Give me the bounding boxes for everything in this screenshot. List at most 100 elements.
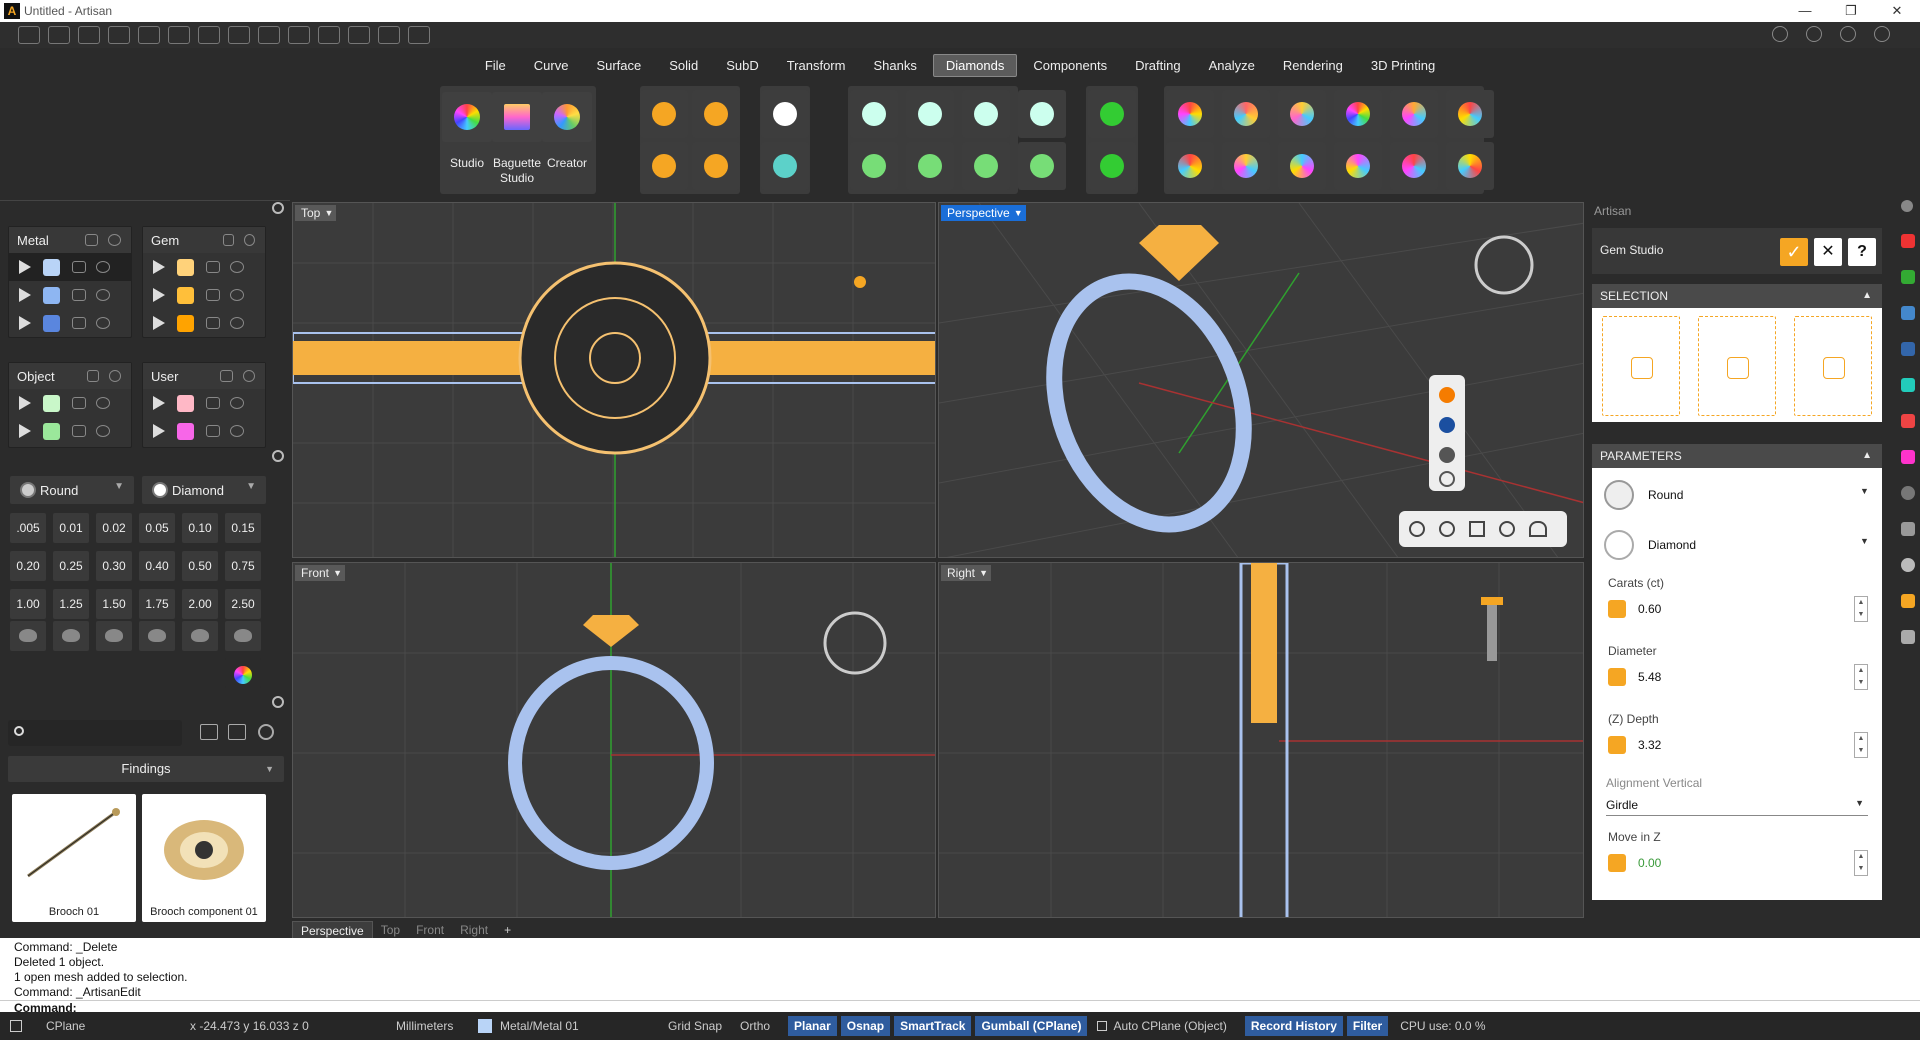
top-viewport[interactable]: Top ▼ (292, 202, 936, 558)
tab-analyze[interactable]: Analyze (1197, 55, 1267, 76)
gem-layer-header[interactable]: Gem (143, 227, 265, 253)
gem-shape-select[interactable]: Round ▼ (10, 476, 134, 504)
status-toggle-icon[interactable] (10, 1020, 22, 1032)
gumball-toggle[interactable]: Gumball (CPlane) (975, 1016, 1088, 1036)
export-icon[interactable] (258, 26, 280, 44)
help-icon[interactable] (1840, 26, 1856, 42)
gem-material-select[interactable]: Diamond ▼ (142, 476, 266, 504)
history-icon[interactable] (1901, 486, 1915, 500)
prong-setting-button[interactable] (850, 90, 898, 138)
play-icon[interactable] (153, 288, 165, 302)
cplane-label[interactable]: CPlane (46, 1019, 172, 1033)
template-icon[interactable] (48, 26, 70, 44)
open-icon[interactable] (78, 26, 100, 44)
gear-icon[interactable] (272, 202, 284, 214)
diameter-stepper[interactable]: ▲ ▼ (1854, 664, 1868, 690)
snapshot-icon[interactable] (1901, 522, 1915, 536)
render-icon[interactable] (1901, 414, 1915, 428)
edit-icon[interactable] (378, 26, 400, 44)
top-viewport-label[interactable]: Top ▼ (295, 205, 337, 221)
zoom-extents-icon[interactable] (1469, 521, 1485, 537)
lock-icon[interactable] (206, 261, 220, 273)
diamond-gem-button[interactable] (761, 90, 809, 138)
tab-surface[interactable]: Surface (584, 55, 653, 76)
eye-icon[interactable] (107, 234, 121, 246)
selection-section-header[interactable]: SELECTION ▲ (1592, 284, 1882, 308)
tab-curve[interactable]: Curve (522, 55, 581, 76)
options-icon[interactable] (1874, 26, 1890, 42)
grid-snap-toggle[interactable]: Grid Snap (668, 1019, 722, 1033)
cut-type-button[interactable] (10, 621, 46, 651)
chevron-down-icon[interactable]: ▼ (1860, 536, 1869, 546)
auto-cplane-toggle[interactable]: Auto CPlane (Object) (1113, 1019, 1226, 1033)
gem-row-2[interactable] (143, 281, 265, 309)
color-swatch[interactable] (177, 394, 194, 412)
carat-button[interactable]: 1.75 (139, 589, 175, 619)
transform-icon[interactable] (348, 26, 370, 44)
smarttrack-toggle[interactable]: SmartTrack (894, 1016, 972, 1036)
metal-row-3[interactable] (9, 309, 131, 337)
lock-icon[interactable] (72, 261, 86, 273)
eye-icon[interactable] (108, 370, 121, 382)
materials-icon[interactable] (1901, 342, 1915, 356)
eye-icon[interactable] (230, 261, 244, 273)
gem-label-button[interactable] (1222, 90, 1270, 138)
rendered-mode-icon[interactable] (1439, 387, 1455, 403)
cluster-setting-button[interactable] (962, 90, 1010, 138)
carat-button[interactable]: 0.30 (96, 551, 132, 581)
gem-path-button[interactable] (1278, 142, 1326, 190)
gear-icon[interactable] (272, 696, 284, 708)
carat-button[interactable]: 0.20 (10, 551, 46, 581)
color-swatch[interactable] (177, 258, 194, 276)
eye-icon[interactable] (96, 397, 110, 409)
lock-icon[interactable] (223, 234, 235, 246)
panel-grip[interactable] (0, 200, 290, 206)
color-swatch[interactable] (43, 314, 60, 332)
settings-icon[interactable] (408, 26, 430, 44)
line-array-button[interactable] (692, 90, 740, 138)
cut-type-button[interactable] (53, 621, 89, 651)
object-layer-header[interactable]: Object (9, 363, 131, 389)
color-swatch[interactable] (177, 286, 194, 304)
bezel-setting-button[interactable] (906, 90, 954, 138)
halo-setting-button[interactable] (906, 142, 954, 190)
lock-icon[interactable] (72, 425, 86, 437)
gem-report-button[interactable] (1166, 90, 1214, 138)
object-row-2[interactable] (9, 417, 131, 445)
wireframe-mode-icon[interactable] (1439, 471, 1455, 487)
library-search-input[interactable] (8, 720, 182, 746)
library-category-select[interactable]: Findings ▼ (8, 756, 284, 782)
eye-icon[interactable] (230, 425, 244, 437)
pave-setting-button[interactable] (1018, 90, 1066, 138)
notes-icon[interactable] (1901, 630, 1915, 644)
filter-toggle[interactable]: Filter (1346, 1016, 1389, 1036)
redo-icon[interactable] (168, 26, 190, 44)
help-button[interactable]: ? (1848, 238, 1876, 266)
lock-icon[interactable] (206, 289, 220, 301)
import-icon[interactable] (108, 26, 130, 44)
depth-stepper[interactable]: ▲ ▼ (1854, 732, 1868, 758)
front-viewport-label[interactable]: Front ▼ (295, 565, 346, 581)
color-swatch[interactable] (43, 422, 60, 440)
tab-solid[interactable]: Solid (657, 55, 710, 76)
gem-move-button[interactable] (1390, 90, 1438, 138)
select-add-button[interactable] (1602, 316, 1680, 416)
creator-button[interactable] (542, 92, 592, 142)
lock-icon[interactable] (206, 425, 220, 437)
record-history-toggle[interactable]: Record History (1244, 1016, 1343, 1036)
tab-subd[interactable]: SubD (714, 55, 771, 76)
gem-mix-button[interactable] (1390, 142, 1438, 190)
gem-row-1[interactable] (143, 253, 265, 281)
front-viewport[interactable]: Front ▼ (292, 562, 936, 918)
tab-shanks[interactable]: Shanks (861, 55, 928, 76)
perspective-viewport[interactable]: Perspective ▼ (938, 202, 1584, 558)
layer-icon[interactable] (1901, 234, 1915, 248)
zoom-selected-icon[interactable] (1499, 521, 1515, 537)
draw-icon[interactable] (288, 26, 310, 44)
cut-type-button[interactable] (139, 621, 175, 651)
metal-row-1[interactable] (9, 253, 131, 281)
environment-icon[interactable] (1901, 378, 1915, 392)
carats-stepper[interactable]: ▲ ▼ (1854, 596, 1868, 622)
cut-type-button[interactable] (182, 621, 218, 651)
gem-orient-button[interactable] (1446, 90, 1494, 138)
